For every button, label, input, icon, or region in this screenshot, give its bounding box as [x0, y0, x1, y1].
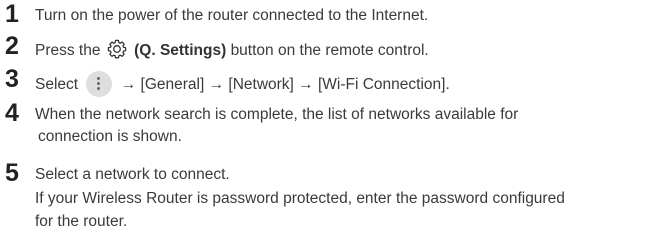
step-text: Press the (Q. Settings) button on the re…: [35, 38, 429, 66]
step-number: 2: [5, 32, 19, 60]
step-text-before: Select: [35, 76, 79, 93]
step-text: Select → [General] → [Network] → [Wi-Fi …: [35, 71, 450, 97]
step-text: Turn on the power of the router connecte…: [35, 7, 429, 24]
step-text-after: button on the remote control.: [230, 42, 429, 59]
step-number: 5: [5, 159, 19, 187]
step-text-line-1: When the network search is complete, the…: [35, 106, 519, 123]
q-settings-label: (Q. Settings): [134, 42, 227, 59]
step-number: 1: [5, 0, 19, 28]
step-text-line-3: for the router.: [35, 213, 128, 230]
step-text-after: → [General] → [Network] → [Wi-Fi Connect…: [120, 76, 450, 93]
step-text-line-2: connection is shown.: [38, 128, 182, 145]
step-text-line-1: Select a network to connect.: [35, 166, 230, 183]
step-number: 4: [5, 99, 19, 127]
step-number: 3: [5, 65, 19, 93]
step-text-before: Press the: [35, 42, 101, 59]
step-text-line-2: If your Wireless Router is password prot…: [35, 190, 565, 207]
gear-settings-icon: [106, 38, 128, 66]
more-options-icon: [86, 71, 113, 97]
